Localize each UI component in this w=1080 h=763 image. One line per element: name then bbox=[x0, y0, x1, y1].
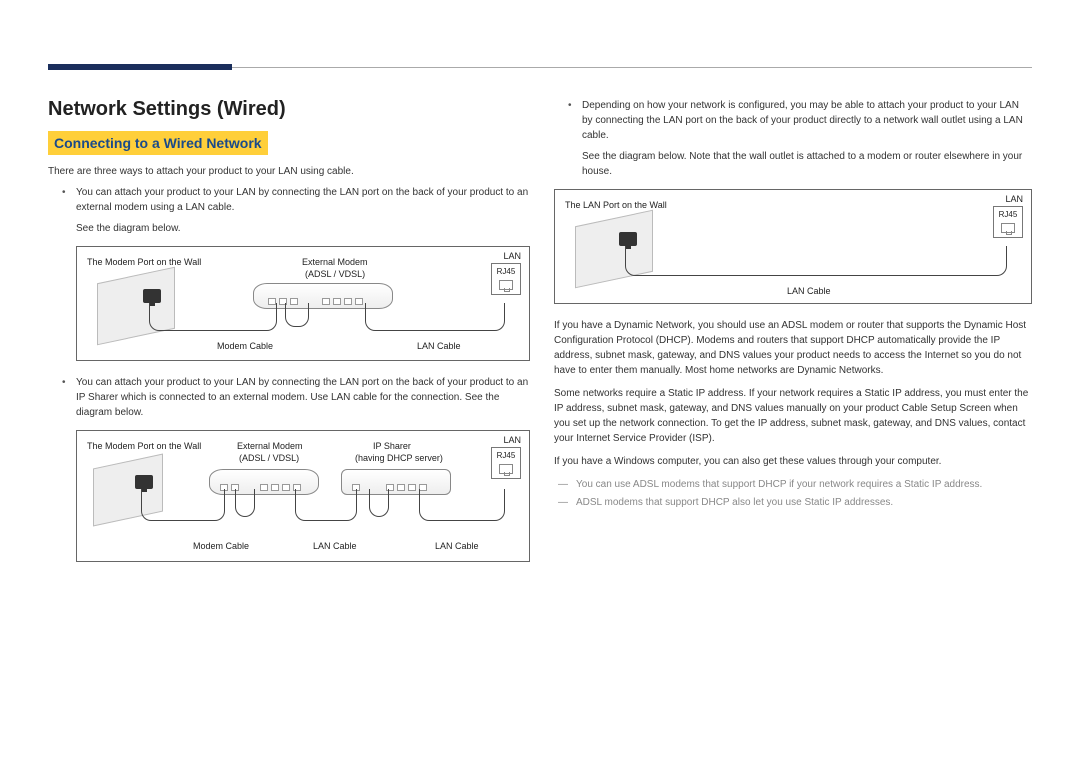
dynamic-network-para: If you have a Dynamic Network, you shoul… bbox=[554, 318, 1032, 378]
d2-cable-left: Modem Cable bbox=[193, 541, 249, 551]
d3-rj45-label: RJ45 bbox=[994, 210, 1022, 220]
d1-modem-label2: (ADSL / VDSL) bbox=[305, 269, 365, 279]
method-1-sub: See the diagram below. bbox=[48, 221, 530, 236]
d1-modem-label1: External Modem bbox=[302, 257, 368, 267]
method-item-1: You can attach your product to your LAN … bbox=[48, 185, 530, 215]
note-2: ADSL modems that support DHCP also let y… bbox=[554, 495, 1032, 511]
d2-cable-mid: LAN Cable bbox=[313, 541, 357, 551]
d2-rj45-label: RJ45 bbox=[492, 451, 520, 461]
diagram-modem-direct: The Modem Port on the Wall External Mode… bbox=[76, 246, 530, 361]
rj45-jack-icon bbox=[1001, 223, 1015, 233]
method-3-text: Depending on how your network is configu… bbox=[582, 100, 1023, 141]
d2-wall-label: The Modem Port on the Wall bbox=[87, 441, 201, 451]
header-rule bbox=[232, 67, 1032, 68]
wall-port-icon bbox=[619, 232, 637, 246]
cable-icon bbox=[625, 246, 1007, 276]
right-column: Depending on how your network is configu… bbox=[554, 98, 1032, 576]
method-list-2: You can attach your product to your LAN … bbox=[48, 375, 530, 420]
d1-cable-left: Modem Cable bbox=[217, 341, 273, 351]
cable-icon bbox=[365, 303, 505, 331]
rj45-jack-icon bbox=[499, 280, 513, 290]
header-accent bbox=[48, 64, 232, 70]
lan-device-icon: RJ45 bbox=[491, 263, 521, 295]
method-2-text: You can attach your product to your LAN … bbox=[76, 377, 528, 418]
d2-modem-label1: External Modem bbox=[237, 441, 303, 451]
intro-text: There are three ways to attach your prod… bbox=[48, 165, 530, 179]
page-title: Network Settings (Wired) bbox=[48, 98, 530, 121]
note-1: You can use ADSL modems that support DHC… bbox=[554, 477, 1032, 493]
lan-device-icon: RJ45 bbox=[491, 447, 521, 479]
static-ip-para: Some networks require a Static IP addres… bbox=[554, 386, 1032, 446]
d2-cable-right: LAN Cable bbox=[435, 541, 479, 551]
wall-port-icon bbox=[143, 289, 161, 303]
d2-sharer-label2: (having DHCP server) bbox=[355, 453, 443, 463]
d3-lan-label: LAN bbox=[1005, 194, 1023, 204]
content-columns: Network Settings (Wired) Connecting to a… bbox=[48, 0, 1032, 576]
d1-lan-label: LAN bbox=[503, 251, 521, 261]
cable-icon bbox=[141, 489, 225, 521]
method-list: You can attach your product to your LAN … bbox=[48, 185, 530, 215]
cable-icon bbox=[149, 303, 277, 331]
cable-icon bbox=[369, 489, 389, 517]
d1-cable-right: LAN Cable bbox=[417, 341, 461, 351]
cable-icon bbox=[285, 303, 309, 327]
method-1-text: You can attach your product to your LAN … bbox=[76, 187, 528, 213]
method-list-3: Depending on how your network is configu… bbox=[554, 98, 1032, 143]
section-heading: Connecting to a Wired Network bbox=[48, 131, 268, 155]
cable-icon bbox=[295, 489, 357, 521]
d1-wall-label: The Modem Port on the Wall bbox=[87, 257, 201, 267]
method-item-2: You can attach your product to your LAN … bbox=[48, 375, 530, 420]
lan-device-icon: RJ45 bbox=[993, 206, 1023, 238]
wall-port-icon bbox=[135, 475, 153, 489]
diagram-wall-direct: The LAN Port on the Wall LAN RJ45 LAN Ca… bbox=[554, 189, 1032, 304]
diagram-ip-sharer: The Modem Port on the Wall External Mode… bbox=[76, 430, 530, 562]
d2-modem-label2: (ADSL / VDSL) bbox=[239, 453, 299, 463]
d3-wall-label: The LAN Port on the Wall bbox=[565, 200, 667, 210]
d1-rj45-label: RJ45 bbox=[492, 267, 520, 277]
rj45-jack-icon bbox=[499, 464, 513, 474]
d2-sharer-label1: IP Sharer bbox=[373, 441, 411, 451]
d2-lan-label: LAN bbox=[503, 435, 521, 445]
method-item-3: Depending on how your network is configu… bbox=[554, 98, 1032, 143]
method-3-sub: See the diagram below. Note that the wal… bbox=[554, 149, 1032, 179]
d3-cable: LAN Cable bbox=[787, 286, 831, 296]
windows-para: If you have a Windows computer, you can … bbox=[554, 454, 1032, 469]
cable-icon bbox=[235, 489, 255, 517]
left-column: Network Settings (Wired) Connecting to a… bbox=[48, 98, 530, 576]
cable-icon bbox=[419, 489, 505, 521]
